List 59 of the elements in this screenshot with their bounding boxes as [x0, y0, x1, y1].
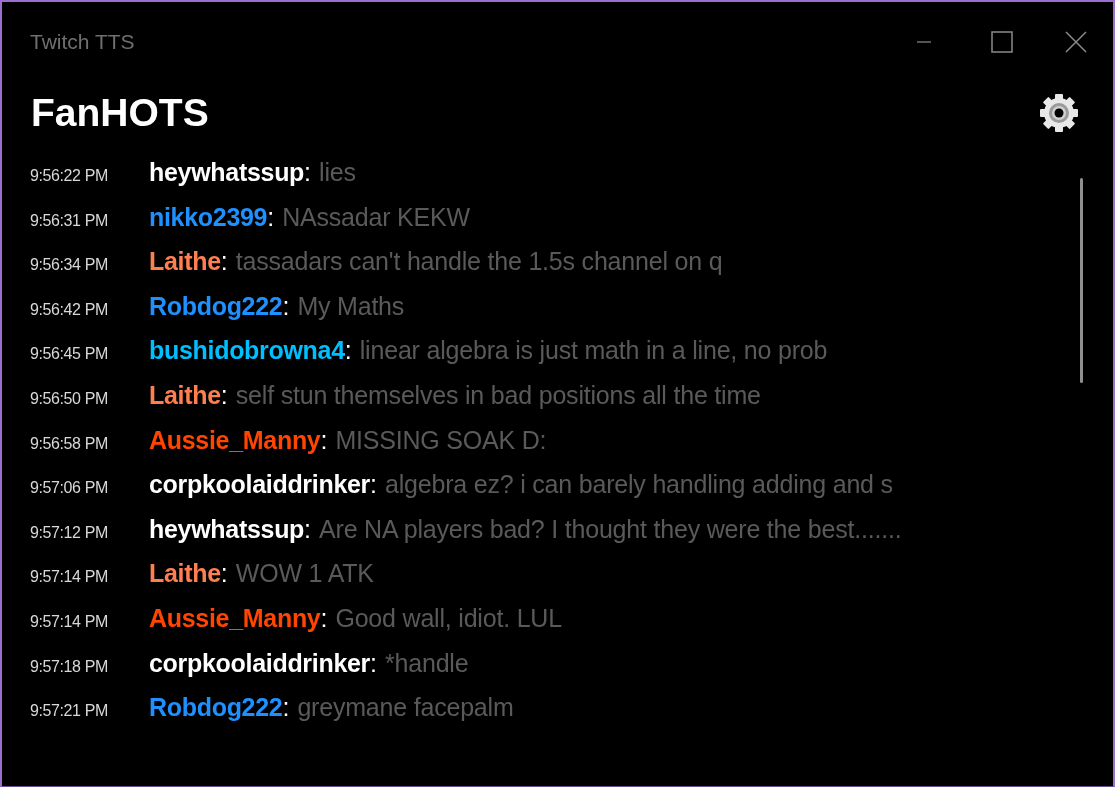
colon: : — [282, 693, 290, 723]
message-text: greymane facepalm — [297, 693, 514, 723]
colon: : — [220, 559, 228, 589]
username: heywhatssup — [149, 514, 305, 544]
username: Robdog222 — [149, 693, 283, 723]
timestamp: 9:56:31 PM — [30, 211, 109, 230]
message-text: lies — [319, 158, 356, 187]
message-text: Good wall, idiot. LUL — [335, 603, 562, 633]
message-text: WOW 1 ATK — [235, 559, 374, 589]
username: Aussie_Manny — [149, 603, 321, 633]
app-title: FanHOTS — [31, 91, 209, 135]
message-text: *handle — [385, 648, 469, 678]
timestamp: 9:57:14 PM — [30, 568, 109, 587]
scrollbar[interactable] — [1080, 178, 1083, 383]
message-text: NAssadar KEKW — [282, 202, 470, 232]
colon: : — [320, 425, 328, 455]
message-text: My Maths — [297, 291, 405, 321]
timestamp: 9:56:22 PM — [30, 167, 109, 185]
settings-icon[interactable] — [1039, 93, 1079, 133]
username: corpkoolaiddrinker — [149, 470, 371, 500]
minimize-icon — [916, 41, 932, 43]
username: nikko2399 — [149, 202, 268, 232]
message-text: Are NA players bad? I thought they were the best....... — [319, 514, 902, 544]
colon: : — [220, 247, 228, 277]
colon: : — [370, 470, 377, 500]
username: bushidobrowna4 — [149, 336, 345, 366]
username: Laithe — [149, 247, 221, 277]
username: Robdog222 — [149, 291, 283, 321]
colon: : — [267, 202, 275, 232]
close-icon — [1065, 31, 1087, 53]
timestamp: 9:56:42 PM — [30, 300, 109, 319]
username: Laithe — [149, 380, 221, 410]
message-text: tassadars can't handle the 1.5s channel on q — [235, 247, 723, 277]
username: corpkoolaiddrinker — [149, 648, 371, 678]
message-text: MISSING SOAK D: — [335, 425, 547, 455]
timestamp: 9:57:18 PM — [30, 657, 109, 676]
timestamp: 9:56:34 PM — [30, 256, 109, 275]
timestamp: 9:57:14 PM — [30, 612, 109, 631]
colon: : — [282, 291, 290, 321]
username: Aussie_Manny — [149, 425, 321, 455]
colon: : — [370, 648, 377, 678]
timestamp: 9:56:58 PM — [30, 434, 109, 453]
username: heywhatssup — [149, 158, 305, 187]
colon: : — [344, 336, 352, 366]
timestamp: 9:57:06 PM — [30, 479, 109, 498]
colon: : — [304, 514, 312, 544]
message-text: self stun themselves in bad positions all the time — [235, 380, 761, 410]
maximize-icon — [991, 31, 1013, 53]
colon: : — [320, 603, 328, 633]
window-title: Twitch TTS — [30, 30, 135, 54]
timestamp: 9:56:45 PM — [30, 345, 109, 364]
timestamp: 9:56:50 PM — [30, 389, 109, 408]
message-text: algebra ez? i can barely handling adding and s — [385, 470, 893, 500]
colon: : — [220, 380, 228, 410]
timestamp: 9:57:12 PM — [30, 523, 109, 542]
username: Laithe — [149, 559, 221, 589]
timestamp: 9:57:21 PM — [30, 702, 109, 721]
colon: : — [304, 158, 312, 187]
message-text: linear algebra is just math in a line, no prob — [359, 336, 828, 366]
